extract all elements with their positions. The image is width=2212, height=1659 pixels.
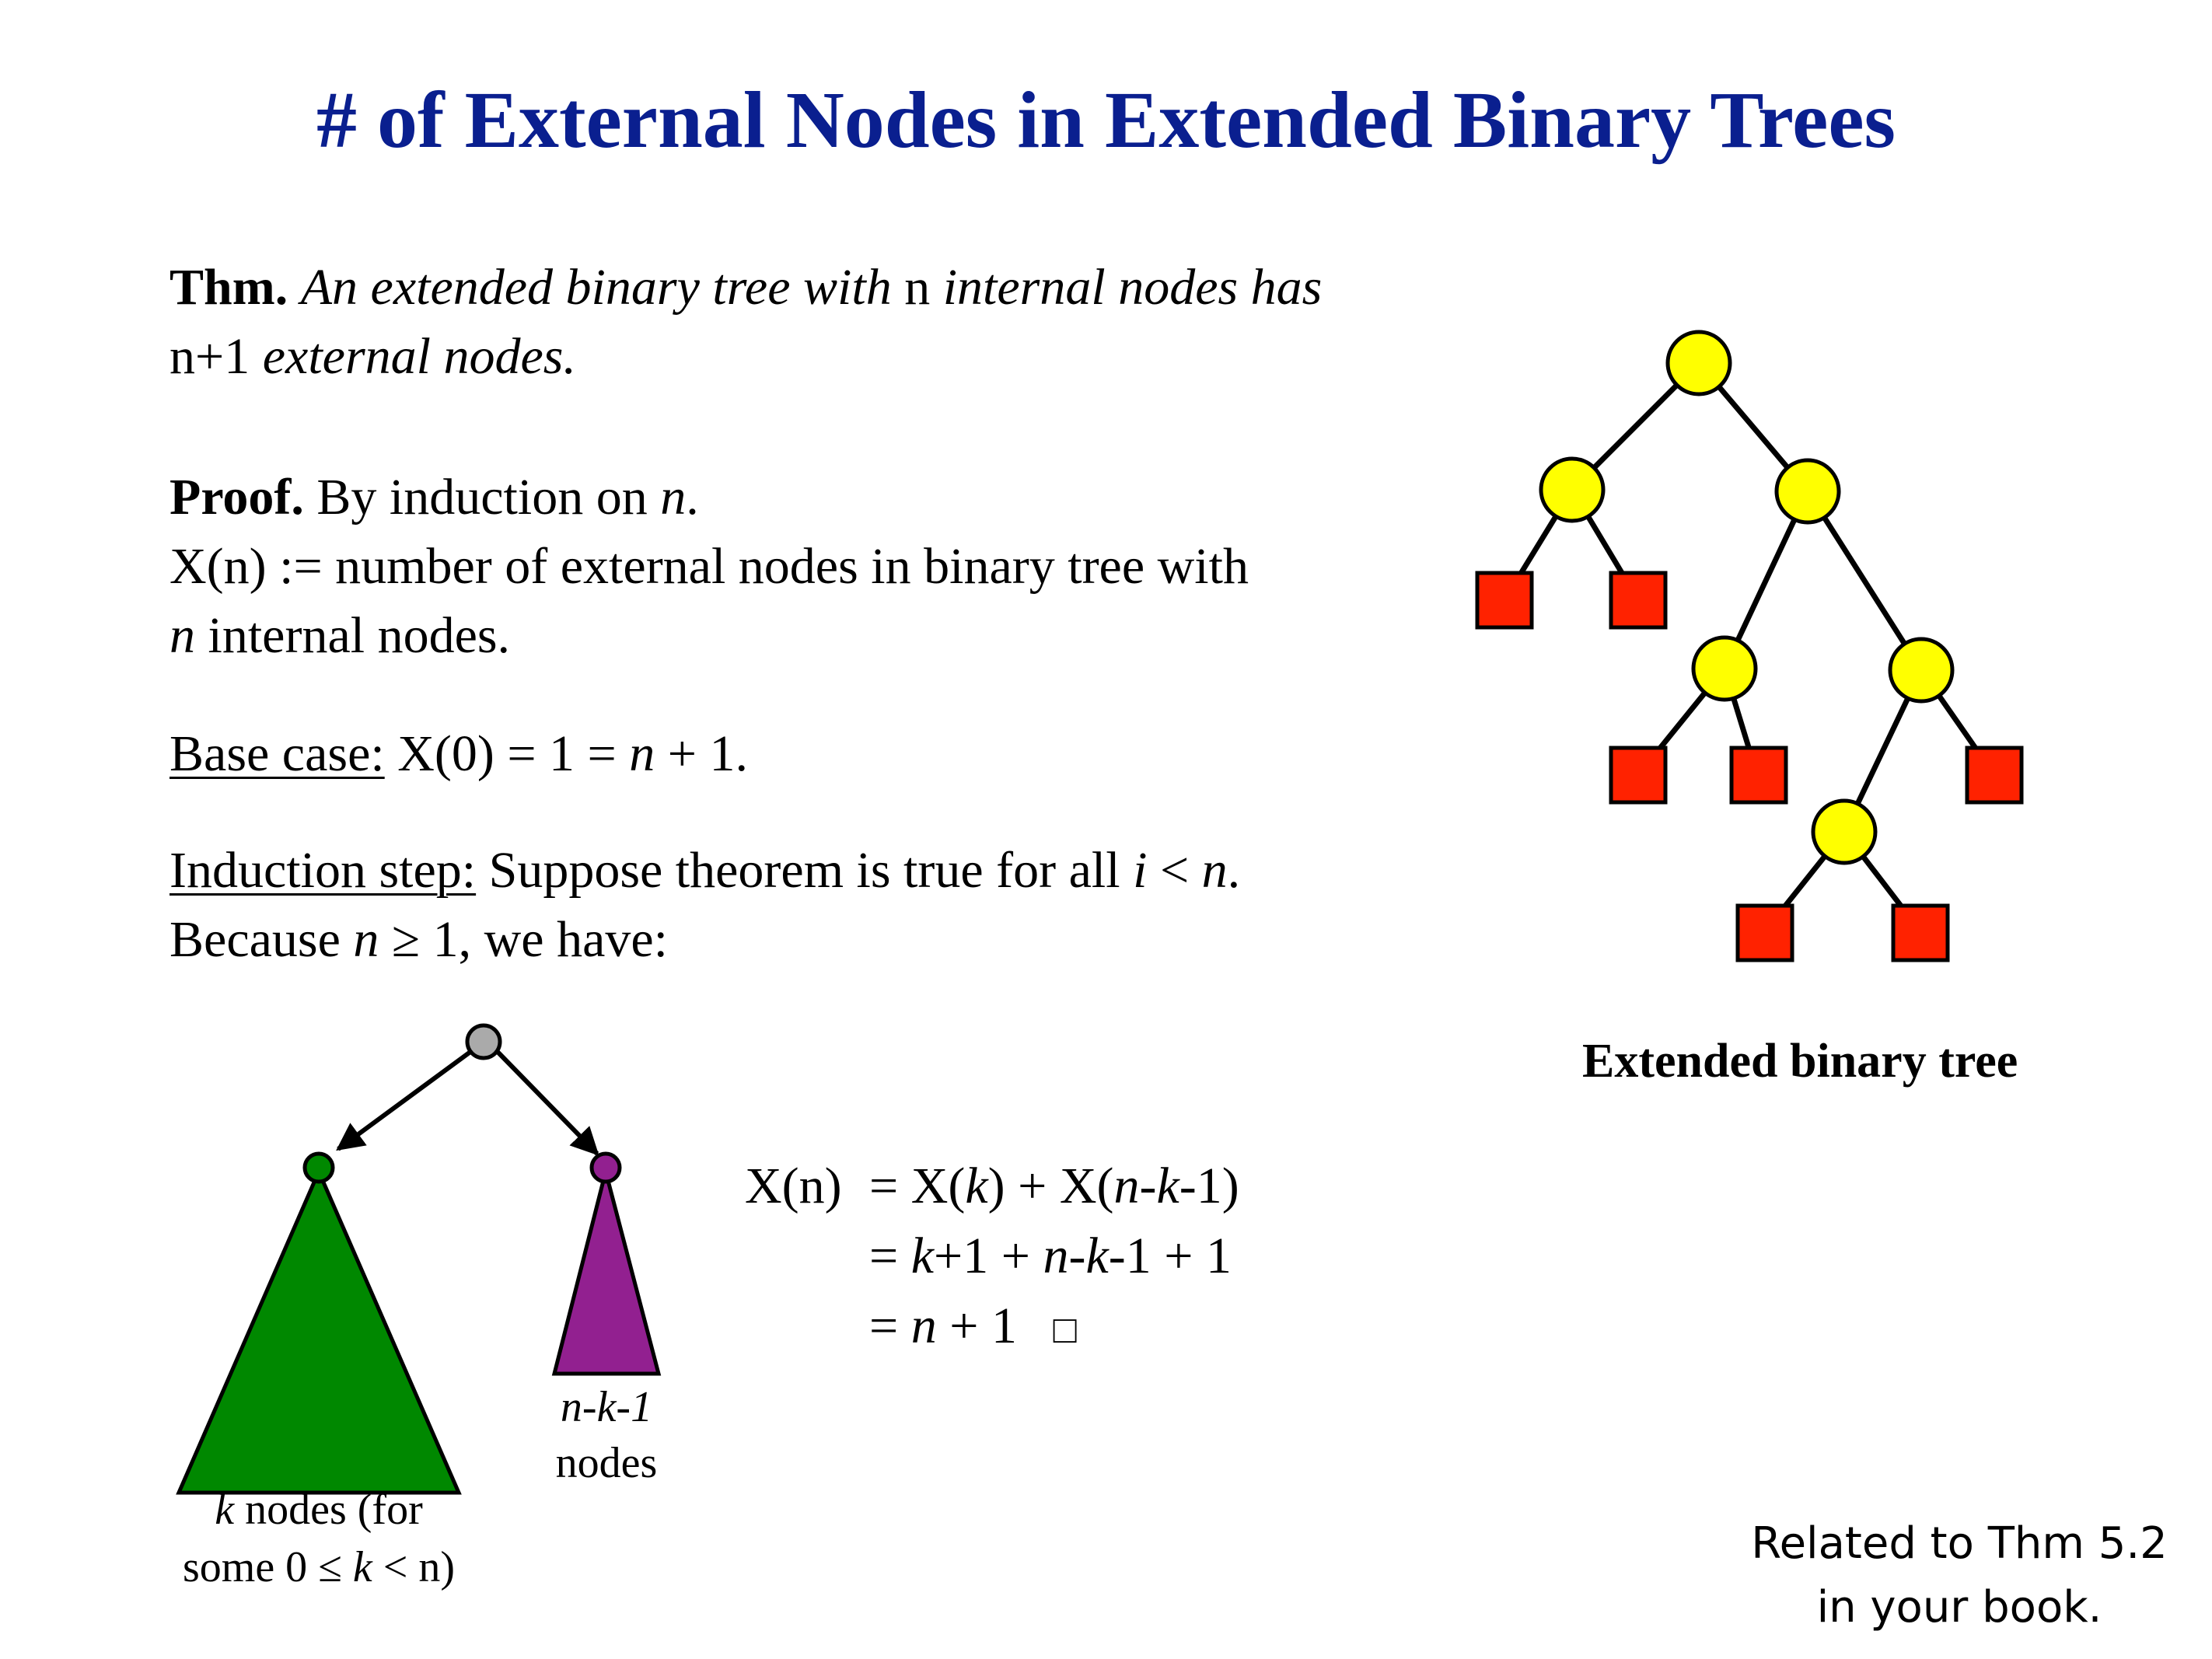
left-label-var-k: k (215, 1486, 235, 1534)
left-subtree-triangle (176, 1166, 462, 1495)
right-subtree-nodes-label: nodes (555, 1439, 658, 1487)
right-subtree-triangle (551, 1171, 662, 1376)
eq2-part: -1 + 1 (1108, 1228, 1232, 1284)
left-label-lt-n: < n) (383, 1543, 456, 1591)
internal-node (1774, 458, 1841, 525)
external-node (1609, 746, 1668, 805)
internal-node (1811, 798, 1878, 865)
eq1-var-n: n (1113, 1158, 1140, 1214)
equation-lhs: X(n) (745, 1158, 842, 1214)
extended-binary-tree (1475, 330, 2024, 962)
eq3-part: + 1 (949, 1298, 1017, 1354)
eq3-part: = (869, 1298, 899, 1354)
left-subtree-label-line-1: k nodes (for (124, 1485, 513, 1535)
internal-node (1665, 330, 1732, 396)
eq1-part: -1) (1179, 1158, 1239, 1214)
eq2-var-n: n (1043, 1228, 1069, 1284)
root-node (465, 1023, 502, 1060)
internal-node (1691, 635, 1758, 702)
external-node (1609, 571, 1668, 630)
eq2-var-k: k (910, 1228, 935, 1284)
left-label-var-k2: k (352, 1543, 372, 1591)
left-label-rest: nodes (for (245, 1486, 423, 1534)
qed-box-icon: □ (1053, 1308, 1077, 1351)
eq1-part: = X( (869, 1158, 966, 1214)
equation-line-3: = n + 1 □ (869, 1297, 1077, 1356)
right-subtree-label: n-k-1 (498, 1382, 715, 1432)
right-child-node (589, 1151, 622, 1184)
external-node (1965, 746, 2024, 805)
eq1-var-k: k (1156, 1158, 1179, 1214)
internal-node (1539, 456, 1606, 523)
left-subtree-label-line-2: some 0 ≤ k < n) (124, 1542, 513, 1592)
right-label-var-n: n (560, 1383, 582, 1431)
left-child-node (302, 1151, 335, 1184)
equation-line-1: = X(k) + X(n-k-1) (869, 1157, 1239, 1216)
book-reference-note: Related to Thm 5.2 in your book. (1742, 1512, 2177, 1640)
internal-node (1888, 637, 1955, 704)
left-label-some: some 0 ≤ (182, 1543, 342, 1591)
tree-caption: Extended binary tree (1582, 1035, 2018, 1088)
eq2-part: - (1068, 1228, 1086, 1284)
book-note-line-2: in your book. (1816, 1582, 2102, 1633)
eq2-var-k: k (1085, 1228, 1109, 1284)
eq1-part: ) + X( (987, 1158, 1114, 1214)
left-arrow (336, 1050, 472, 1151)
right-arrow (495, 1050, 599, 1156)
right-label-dash: - (582, 1383, 597, 1431)
eq1-var-k: k (965, 1158, 988, 1214)
book-note-line-1: Related to Thm 5.2 (1751, 1518, 2168, 1569)
external-node (1735, 903, 1794, 962)
external-node (1475, 571, 1534, 630)
eq3-var-n: n (910, 1298, 937, 1354)
external-node (1729, 746, 1788, 805)
eq2-part: = (869, 1228, 899, 1284)
eq2-part: +1 + (934, 1228, 1030, 1284)
equation-line-2: = k+1 + n-k-1 + 1 (869, 1227, 1232, 1286)
right-label-var-k: k (596, 1383, 617, 1431)
external-node (1891, 903, 1950, 962)
right-label-suffix: -1 (616, 1383, 653, 1431)
eq1-part: - (1139, 1158, 1157, 1214)
diagrams (176, 330, 2024, 1495)
